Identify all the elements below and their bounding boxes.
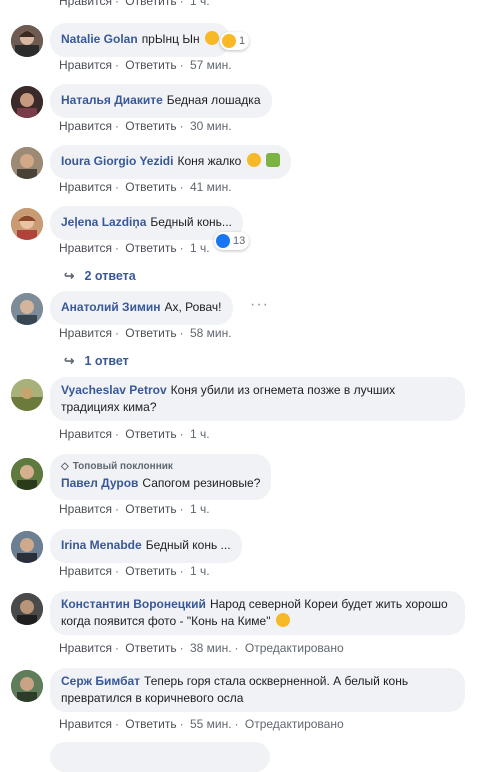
avatar[interactable]: [11, 208, 43, 240]
more-options-icon[interactable]: ···: [250, 296, 269, 314]
edited-label[interactable]: Отредактировано: [245, 717, 344, 731]
avatar[interactable]: [11, 147, 43, 179]
like-link[interactable]: Нравится: [59, 427, 112, 441]
like-link[interactable]: Нравится: [59, 180, 112, 194]
avatar[interactable]: [11, 670, 43, 702]
comment-author[interactable]: Павел Дуров: [61, 476, 138, 490]
comment-author[interactable]: Ioura Giorgio Yezidi: [61, 154, 173, 168]
reply-link[interactable]: Ответить: [125, 427, 176, 441]
comment-time: 41 мин.: [189, 180, 232, 194]
avatar[interactable]: [11, 458, 43, 490]
like-link[interactable]: Нравится: [59, 58, 112, 72]
comment-text: Бедный конь...: [150, 215, 232, 229]
crying-emoji-icon: [246, 153, 261, 167]
reply-link[interactable]: Ответить: [125, 641, 176, 655]
comment-time: 57 мин.: [189, 58, 232, 72]
comment-time: 38 мин.: [189, 641, 232, 655]
comment-author[interactable]: Серж Бимбат: [61, 674, 140, 688]
comment-actions-partial: Нравится · Ответить · 1 ч.: [59, 0, 210, 8]
haha-reaction-icon: [222, 34, 236, 48]
comment-author[interactable]: Natalie Golan: [61, 32, 138, 46]
reply-link[interactable]: Ответить: [125, 326, 176, 340]
comment-bubble: Константин Воронецкий Народ северной Коре…: [50, 591, 465, 635]
winking-emoji-icon: [275, 613, 290, 627]
comment-actions: Нравится · Ответить · 1 ч.: [59, 427, 210, 441]
nauseated-emoji-icon: [266, 153, 281, 167]
reply-link[interactable]: Ответить: [125, 502, 176, 516]
reaction-summary[interactable]: 13: [214, 232, 250, 250]
comment-actions: Нравится · Ответить · 41 мин.: [59, 180, 232, 194]
comment-author[interactable]: Jeļena Lazdiņa: [61, 215, 146, 229]
reaction-summary[interactable]: 1: [220, 32, 250, 50]
avatar[interactable]: [11, 86, 43, 118]
like-link[interactable]: Нравится: [59, 641, 112, 655]
comment-author[interactable]: Vyacheslav Petrov: [61, 383, 167, 397]
comment-bubble: Анатолий Зимин Ах, Ровач!: [50, 291, 233, 325]
comment-author[interactable]: Константин Воронецкий: [61, 597, 206, 611]
comment-text: Бедный конь ...: [145, 538, 231, 552]
like-link[interactable]: Нравится: [59, 0, 112, 8]
avatar[interactable]: [11, 379, 43, 411]
comment-actions: Нравится · Ответить · 58 мин.: [59, 326, 232, 340]
comment-bubble: Серж Бимбат Теперь горя стала оскверненно…: [50, 668, 465, 712]
comment-time: 1 ч.: [189, 241, 210, 255]
reply-arrow-icon: ↪: [64, 269, 75, 283]
view-replies-link[interactable]: ↪ 2 ответа: [64, 268, 136, 283]
comment-time: 30 мин.: [189, 119, 232, 133]
comment-author[interactable]: Irina Menabde: [61, 538, 142, 552]
reply-link[interactable]: Ответить: [125, 717, 176, 731]
comment-text: Бедная лошадка: [166, 93, 261, 107]
edited-label[interactable]: Отредактировано: [245, 641, 344, 655]
comment-bubble: Наталья Диаките Бедная лошадка: [50, 84, 272, 118]
comment-actions: Нравится · Ответить · 1 ч.: [59, 564, 210, 578]
comment-bubble: Vyacheslav Petrov Коня убили из огнемета …: [50, 377, 465, 421]
diamond-icon: ◇: [61, 461, 69, 472]
comment-actions: Нравится · Ответить · 55 мин. · Отредактиро…: [59, 717, 344, 731]
like-link[interactable]: Нравится: [59, 717, 112, 731]
comment-time: 58 мин.: [189, 326, 232, 340]
comment-time: 1 ч.: [189, 0, 210, 8]
reply-link[interactable]: Ответить: [125, 564, 176, 578]
comment-time: 1 ч.: [189, 502, 210, 516]
comment-time: 1 ч.: [189, 427, 210, 441]
reply-link[interactable]: Ответить: [125, 58, 176, 72]
like-reaction-icon: [216, 234, 230, 248]
comment-actions: Нравится · Ответить · 1 ч.: [59, 502, 210, 516]
comment-bubble: Ioura Giorgio Yezidi Коня жалко: [50, 145, 292, 179]
comment-actions: Нравится · Ответить · 38 мин. · Отредактиро…: [59, 641, 344, 655]
comment-bubble: ◇ Топовый поклонник Павел Дуров Сапогом ре…: [50, 454, 272, 500]
reply-link[interactable]: Ответить: [125, 119, 176, 133]
comment-text: Сапогом резиновые?: [142, 476, 261, 490]
comment-actions: Нравится · Ответить · 30 мин.: [59, 119, 232, 133]
like-link[interactable]: Нравится: [59, 326, 112, 340]
reply-link[interactable]: Ответить: [125, 241, 176, 255]
reply-link[interactable]: Ответить: [125, 0, 176, 8]
reply-arrow-icon: ↪: [64, 354, 75, 368]
avatar[interactable]: [11, 531, 43, 563]
top-fan-badge: ◇ Топовый поклонник: [61, 458, 260, 475]
like-link[interactable]: Нравится: [59, 119, 112, 133]
reply-link[interactable]: Ответить: [125, 180, 176, 194]
like-link[interactable]: Нравится: [59, 564, 112, 578]
comment-author[interactable]: Наталья Диаките: [61, 93, 163, 107]
laughing-emoji-icon: [204, 31, 219, 45]
comment-author[interactable]: Анатолий Зимин: [61, 300, 160, 314]
comment-time: 55 мин.: [189, 717, 232, 731]
comment-time: 1 ч.: [189, 564, 210, 578]
avatar[interactable]: [11, 25, 43, 57]
comment-bubble: Irina Menabde Бедный конь ...: [50, 529, 242, 563]
avatar[interactable]: [11, 293, 43, 325]
comment-bubble: Jeļena Lazdiņa Бедный конь...: [50, 206, 243, 240]
avatar[interactable]: [11, 593, 43, 625]
like-link[interactable]: Нравится: [59, 502, 112, 516]
comment-bubble: Natalie Golan прЫнц Ын: [50, 23, 230, 57]
like-link[interactable]: Нравится: [59, 241, 112, 255]
comment-actions: Нравится · Ответить · 57 мин.: [59, 58, 232, 72]
comment-bubble-partial: [50, 742, 270, 772]
comment-text: Ах, Ровач!: [164, 300, 222, 314]
comment-text: Коня жалко: [177, 154, 242, 168]
comment-text: прЫнц Ын: [141, 32, 200, 46]
view-replies-link[interactable]: ↪ 1 ответ: [64, 353, 129, 368]
comment-actions: Нравится · Ответить · 1 ч.: [59, 241, 210, 255]
